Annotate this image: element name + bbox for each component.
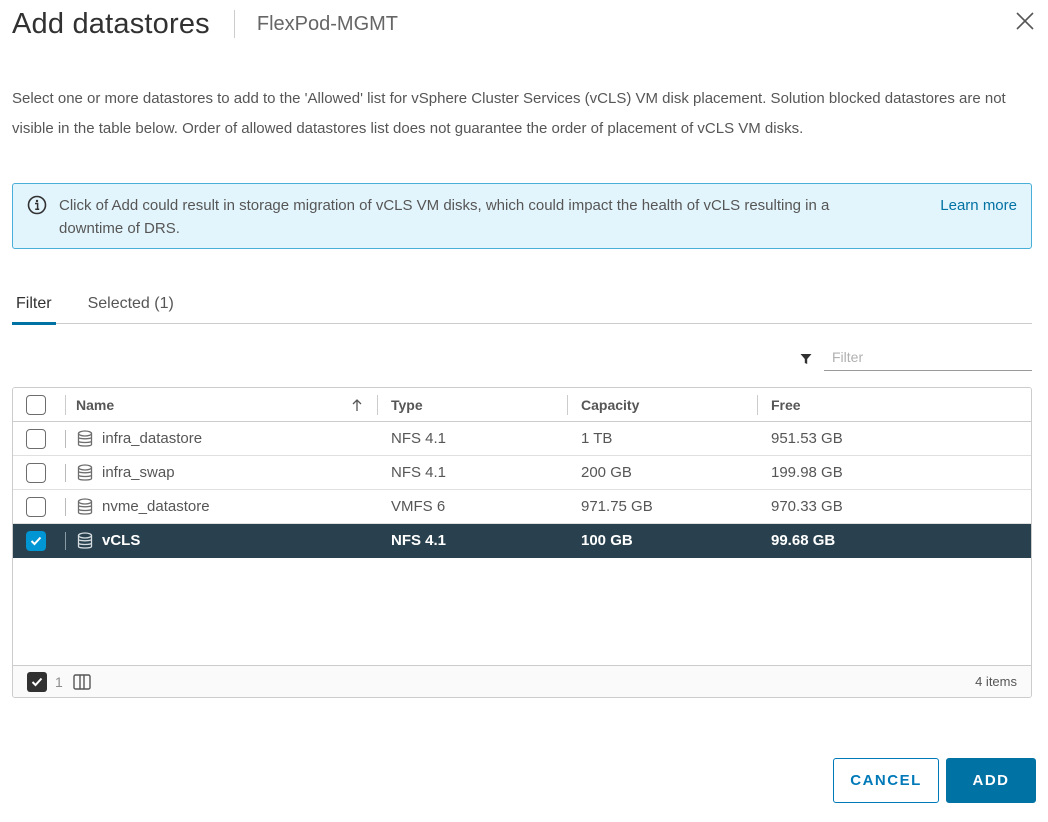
column-header-type-label: Type xyxy=(391,396,423,413)
tab-selected[interactable]: Selected (1) xyxy=(84,290,178,324)
grid-footer: 1 4 items xyxy=(13,665,1031,697)
database-icon xyxy=(77,429,93,447)
column-header-capacity-label: Capacity xyxy=(581,396,640,413)
type-cell: NFS 4.1 xyxy=(391,532,447,549)
column-header-free[interactable]: Free xyxy=(757,388,1031,421)
table-row[interactable]: nvme_datastore VMFS 6 971.75 GB 970.33 G… xyxy=(13,490,1031,524)
dialog-description: Select one or more datastores to add to … xyxy=(12,90,1006,137)
column-divider xyxy=(567,395,568,415)
row-checkbox[interactable] xyxy=(26,462,46,483)
datastore-grid: Name Type Capacity Free infra_datastore … xyxy=(12,387,1032,698)
item-count: 4 items xyxy=(975,674,1017,689)
row-divider xyxy=(65,532,66,550)
table-row[interactable]: infra_swap NFS 4.1 200 GB 199.98 GB xyxy=(13,456,1031,490)
datastore-name: nvme_datastore xyxy=(102,498,210,515)
table-row-selected[interactable]: vCLS NFS 4.1 100 GB 99.68 GB xyxy=(13,524,1031,558)
checkmark-icon xyxy=(30,536,42,545)
column-header-name[interactable]: Name xyxy=(65,388,377,421)
table-row[interactable]: infra_datastore NFS 4.1 1 TB 951.53 GB xyxy=(13,422,1031,456)
dialog-header: Add datastores FlexPod-MGMT xyxy=(12,4,398,44)
info-alert: Click of Add could result in storage mig… xyxy=(12,183,1032,249)
row-check-cell xyxy=(13,422,65,455)
column-header-free-label: Free xyxy=(771,396,801,413)
row-check-cell xyxy=(13,490,65,523)
title-divider xyxy=(233,10,235,38)
column-header-capacity[interactable]: Capacity xyxy=(567,388,757,421)
row-check-cell xyxy=(13,456,65,489)
column-divider xyxy=(377,395,378,415)
alert-text: Click of Add could result in storage mig… xyxy=(59,197,830,237)
name-cell: infra_datastore xyxy=(65,422,377,455)
filter-input[interactable] xyxy=(824,343,1032,371)
row-checkbox[interactable] xyxy=(26,496,46,517)
column-divider xyxy=(65,395,66,415)
dialog-subtitle: FlexPod-MGMT xyxy=(256,12,398,35)
datastore-name: infra_datastore xyxy=(102,430,203,447)
free-cell: 970.33 GB xyxy=(771,498,843,515)
grid-header: Name Type Capacity Free xyxy=(13,388,1031,422)
free-cell: 199.98 GB xyxy=(771,464,843,481)
tab-bar: Filter Selected (1) xyxy=(12,290,1032,325)
row-check-cell xyxy=(13,524,65,557)
name-cell: nvme_datastore xyxy=(65,490,377,523)
filter-icon xyxy=(800,354,812,364)
column-toggle-icon[interactable] xyxy=(73,673,91,690)
info-circle-icon xyxy=(27,195,47,215)
type-cell: VMFS 6 xyxy=(391,498,446,515)
checkmark-icon xyxy=(31,677,43,686)
datastore-name: vCLS xyxy=(102,532,141,549)
close-button[interactable] xyxy=(1014,10,1036,32)
row-checkbox[interactable] xyxy=(26,428,46,449)
column-header-type[interactable]: Type xyxy=(377,388,567,421)
row-divider xyxy=(65,498,66,516)
column-header-name-label: Name xyxy=(76,396,115,413)
capacity-cell: 100 GB xyxy=(581,532,633,549)
close-icon xyxy=(1016,12,1034,30)
cancel-button[interactable]: CANCEL xyxy=(833,758,939,803)
type-cell: NFS 4.1 xyxy=(391,430,447,447)
database-icon xyxy=(77,531,93,549)
free-cell: 99.68 GB xyxy=(771,532,836,549)
type-cell: NFS 4.1 xyxy=(391,464,447,481)
dialog-title: Add datastores xyxy=(12,7,210,40)
name-cell: infra_swap xyxy=(65,456,377,489)
selection-count-checkbox[interactable] xyxy=(27,671,47,692)
selected-count: 1 xyxy=(55,673,63,690)
row-checkbox-checked[interactable] xyxy=(26,530,46,551)
name-cell: vCLS xyxy=(65,524,377,557)
row-divider xyxy=(65,430,66,448)
row-divider xyxy=(65,464,66,482)
add-button[interactable]: ADD xyxy=(946,758,1036,803)
capacity-cell: 971.75 GB xyxy=(581,498,653,515)
filter-box xyxy=(800,343,1032,371)
tab-filter[interactable]: Filter xyxy=(12,290,56,325)
database-icon xyxy=(77,463,93,481)
select-all-cell xyxy=(13,388,65,421)
arrow-up-icon[interactable] xyxy=(351,398,363,412)
learn-more-link[interactable]: Learn more xyxy=(940,194,1017,248)
datastore-name: infra_swap xyxy=(102,464,175,481)
database-icon xyxy=(77,497,93,515)
select-all-checkbox[interactable] xyxy=(26,394,46,415)
capacity-cell: 1 TB xyxy=(581,430,613,447)
capacity-cell: 200 GB xyxy=(581,464,632,481)
column-divider xyxy=(757,395,758,415)
free-cell: 951.53 GB xyxy=(771,430,843,447)
